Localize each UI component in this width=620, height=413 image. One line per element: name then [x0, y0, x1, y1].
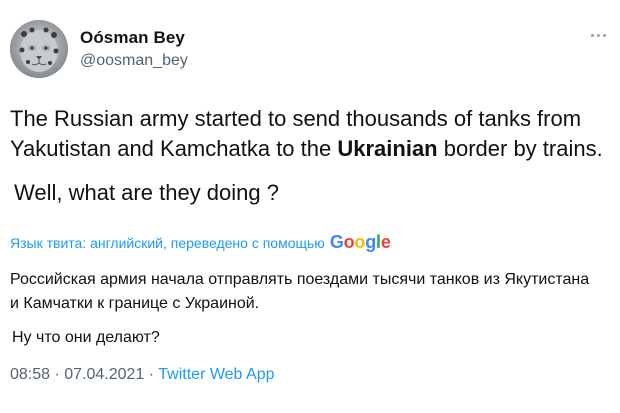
- tweet-card: Oósman Bey @oosman_bey The Russian army …: [0, 0, 620, 413]
- more-dot: [590, 33, 594, 37]
- meta-separator: ·: [144, 366, 159, 383]
- more-dot: [602, 33, 606, 37]
- tweet-text-segment: border by trains.: [437, 136, 603, 161]
- tweet-source-app[interactable]: Twitter Web App: [158, 366, 274, 383]
- tweet-time[interactable]: 08:58: [10, 366, 50, 383]
- translated-question: Ну что они делают?: [12, 329, 160, 346]
- avatar[interactable]: [10, 20, 68, 78]
- google-letter: e: [380, 232, 391, 252]
- tweet-question: Well, what are they doing ?: [14, 180, 279, 205]
- translated-text-line: Российская армия начала отправлять поезд…: [10, 271, 590, 288]
- snow-leopard-avatar-icon: [10, 20, 68, 78]
- tweet-date[interactable]: 07.04.2021: [64, 366, 144, 383]
- meta-separator: ·: [50, 366, 65, 383]
- google-letter: g: [365, 232, 377, 252]
- author-name[interactable]: Oósman Bey: [80, 28, 185, 48]
- tweet-text-line: Yakutistan and Kamchatka to the Ukrainia…: [10, 134, 610, 164]
- google-letter: G: [329, 232, 344, 252]
- tweet-text-bold: Ukrainian: [337, 136, 438, 161]
- more-dot: [596, 33, 600, 37]
- more-options-icon[interactable]: [588, 28, 608, 42]
- tweet-text-line: The Russian army started to send thousan…: [10, 106, 582, 131]
- google-letter: o: [343, 232, 355, 252]
- translated-text-line: и Камчатки к границе с Украиной.: [10, 295, 260, 312]
- tweet-text-segment: Yakutistan and Kamchatka to the: [10, 136, 338, 161]
- tweet-text: The Russian army started to send thousan…: [10, 104, 610, 208]
- author-handle[interactable]: @oosman_bey: [80, 52, 188, 70]
- translated-text: Российская армия начала отправлять поезд…: [10, 268, 615, 350]
- translation-notice[interactable]: Язык твита: английский, переведено с пом…: [10, 232, 391, 253]
- google-letter: o: [354, 232, 366, 252]
- tweet-meta: 08:58 · 07.04.2021 · Twitter Web App: [10, 366, 274, 384]
- translation-notice-text[interactable]: Язык твита: английский, переведено с пом…: [10, 235, 325, 251]
- google-logo: Google: [330, 232, 391, 253]
